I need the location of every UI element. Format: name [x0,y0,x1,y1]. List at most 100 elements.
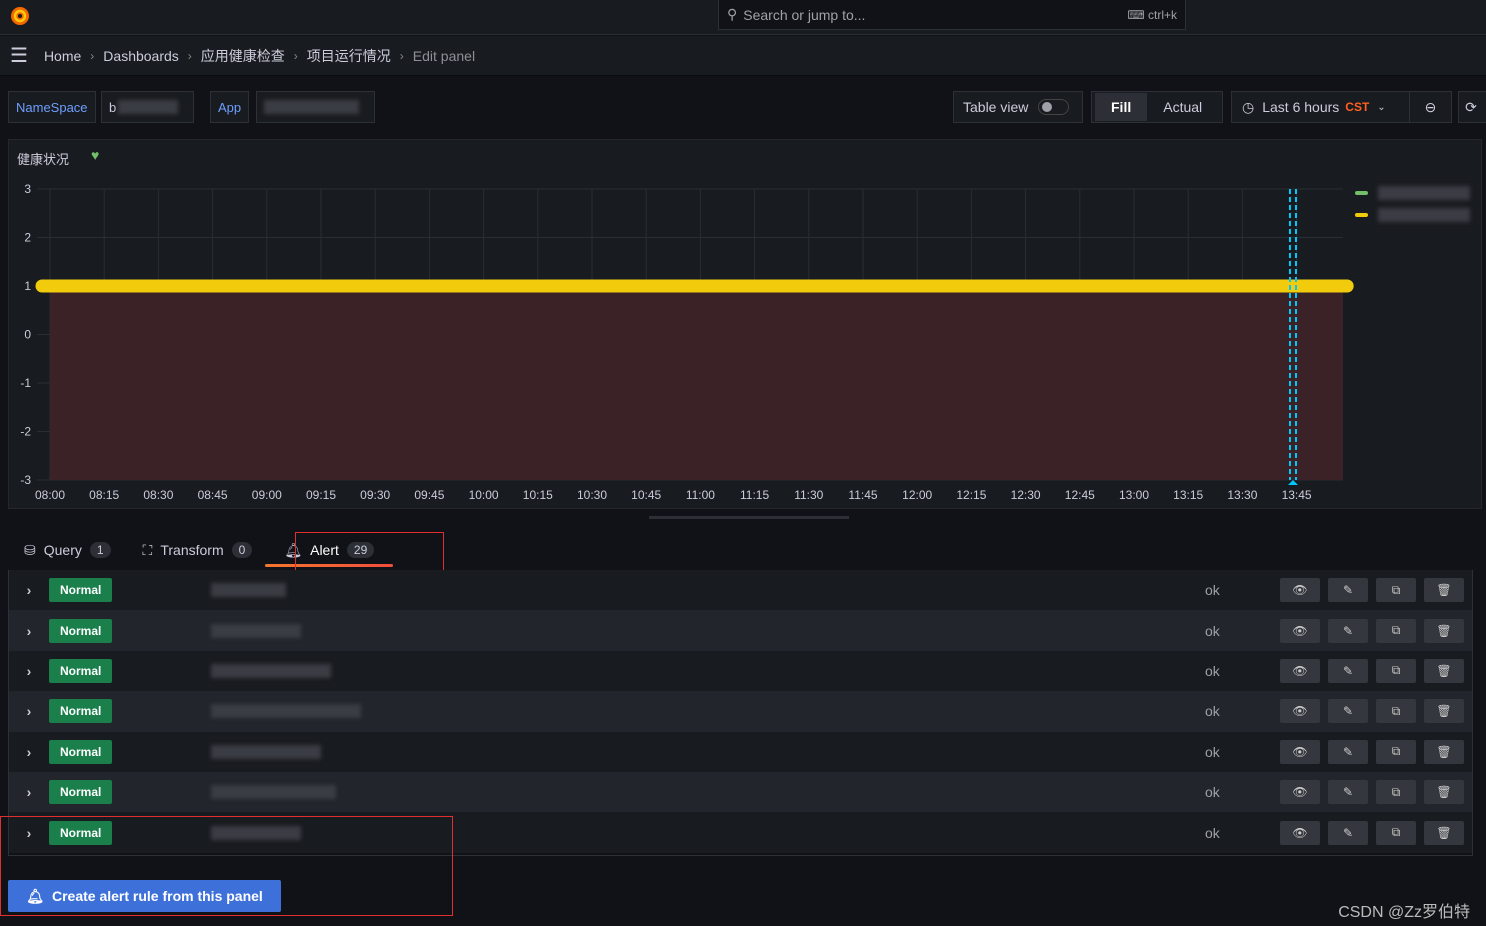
health-status: ok [1205,784,1220,801]
chevron-right-icon[interactable]: › [9,784,49,800]
view-button[interactable]: 👁︎ [1280,658,1320,683]
alert-rule-row[interactable]: › Normal ok 👁︎ ✎ ⧉ 🗑︎ [9,570,1472,611]
x-tick-label: 09:30 [360,488,390,502]
x-tick-label: 13:30 [1227,488,1257,502]
x-tick-label: 13:15 [1173,488,1203,502]
watermark: CSDN @Zz罗伯特 [1338,904,1470,921]
time-picker[interactable]: ◷ Last 6 hours CST ⌄ ⊖ [1231,91,1452,123]
chevron-right-icon[interactable]: › [9,623,49,639]
actual-button[interactable]: Actual [1147,93,1218,121]
series-area [50,286,1343,480]
refresh-button[interactable]: ⟳ [1458,91,1486,123]
delete-button[interactable]: 🗑︎ [1424,699,1464,724]
chevron-right-icon[interactable]: › [9,663,49,679]
create-alert-rule-button[interactable]: 🔔︎ Create alert rule from this panel [8,880,281,912]
edit-button[interactable]: ✎ [1328,618,1368,643]
view-button[interactable]: 👁︎ [1280,618,1320,643]
tab-transform[interactable]: ⛶ Transform 0 [127,530,269,570]
edit-button[interactable]: ✎ [1328,820,1368,845]
y-tick-label: -1 [20,376,31,390]
duplicate-button[interactable]: ⧉ [1376,618,1416,643]
toggle-switch[interactable] [1038,99,1070,115]
search-icon: ⚲ [727,6,738,22]
alert-rule-row[interactable]: › Normal ok 👁︎ ✎ ⧉ 🗑︎ [9,650,1472,692]
tab-count: 0 [231,542,253,558]
rule-name[interactable] [211,704,361,719]
x-tick-label: 08:15 [89,488,119,502]
view-button[interactable]: 👁︎ [1280,699,1320,724]
delete-button[interactable]: 🗑︎ [1424,739,1464,764]
rule-name[interactable] [211,623,301,638]
duplicate-button[interactable]: ⧉ [1376,780,1416,805]
legend-item[interactable] [1355,204,1470,226]
tab-query[interactable]: ⛁ Query 1 [8,530,127,570]
edit-button[interactable]: ✎ [1328,658,1368,683]
edit-button[interactable]: ✎ [1328,739,1368,764]
menu-icon[interactable]: ☰ [10,43,28,68]
delete-button[interactable]: 🗑︎ [1424,618,1464,643]
database-icon: ⛁ [24,541,36,558]
chevron-right-icon[interactable]: › [9,744,49,760]
rule-name[interactable] [211,583,286,598]
grafana-logo-icon[interactable] [8,4,32,28]
search-input[interactable]: ⚲ Search or jump to... ⌨ ctrl+k [718,0,1186,30]
chevron-right-icon[interactable]: › [9,703,49,719]
legend [1355,182,1470,226]
alert-rule-row[interactable]: › Normal ok 👁︎ ✎ ⧉ 🗑︎ [9,610,1472,651]
breadcrumb-home[interactable]: Home [44,48,81,64]
delete-button[interactable]: 🗑︎ [1424,578,1464,603]
duplicate-button[interactable]: ⧉ [1376,739,1416,764]
alert-rule-list: › Normal ok 👁︎ ✎ ⧉ 🗑︎ › Normal ok 👁︎ ✎ ⧉ 🗑︎ › No… [8,570,1473,856]
x-tick-label: 08:30 [143,488,173,502]
refresh-icon: ⟳ [1465,98,1477,115]
status-badge: Normal [49,658,113,683]
x-tick-label: 09:00 [252,488,282,502]
status-badge: Normal [49,780,113,805]
edit-button[interactable]: ✎ [1328,578,1368,603]
breadcrumb-dashboard[interactable]: 项目运行情况 [307,46,391,66]
breadcrumb-dashboards[interactable]: Dashboards [103,48,179,64]
x-tick-label: 10:30 [577,488,607,502]
health-status: ok [1205,662,1220,679]
breadcrumb-folder[interactable]: 应用健康检查 [201,46,285,66]
namespace-select[interactable]: b [101,91,194,123]
x-tick-label: 12:15 [956,488,986,502]
alert-rule-row[interactable]: › Normal ok 👁︎ ✎ ⧉ 🗑︎ [9,771,1472,813]
chevron-right-icon[interactable]: › [9,582,49,598]
resize-handle[interactable] [649,516,849,519]
duplicate-button[interactable]: ⧉ [1376,699,1416,724]
view-button[interactable]: 👁︎ [1280,739,1320,764]
chevron-down-icon: ⌄ [1377,101,1386,113]
fill-button[interactable]: Fill [1095,93,1148,121]
delete-button[interactable]: 🗑︎ [1424,658,1464,683]
time-series-chart[interactable]: 3 2 1 0 -1 -2 -3 08:00 08:15 08:30 08:45 09:00 09:15… [9,140,1483,510]
table-view-toggle[interactable]: Table view [953,91,1083,123]
legend-item[interactable] [1355,182,1470,204]
edit-button[interactable]: ✎ [1328,780,1368,805]
duplicate-button[interactable]: ⧉ [1376,658,1416,683]
view-button[interactable]: 👁︎ [1280,780,1320,805]
app-label: App [210,91,250,123]
zoom-out-button[interactable]: ⊖ [1409,92,1451,122]
x-tick-label: 12:30 [1011,488,1041,502]
namespace-value: b [109,99,117,115]
duplicate-button[interactable]: ⧉ [1376,578,1416,603]
rule-name[interactable] [211,744,321,759]
shortcut-hint: ⌨ ctrl+k [1127,7,1177,22]
view-button[interactable]: 👁︎ [1280,578,1320,603]
rule-name[interactable] [211,663,331,678]
duplicate-button[interactable]: ⧉ [1376,820,1416,845]
x-tick-label: 12:45 [1065,488,1095,502]
app-select[interactable] [256,91,375,123]
view-button[interactable]: 👁︎ [1280,820,1320,845]
delete-button[interactable]: 🗑︎ [1424,820,1464,845]
x-tick-label: 10:00 [469,488,499,502]
alert-rule-row[interactable]: › Normal ok 👁︎ ✎ ⧉ 🗑︎ [9,691,1472,732]
shortcut-text: ctrl+k [1147,7,1177,22]
delete-button[interactable]: 🗑︎ [1424,780,1464,805]
clock-icon: ◷ [1242,98,1255,115]
y-tick-label: 2 [24,231,31,245]
edit-button[interactable]: ✎ [1328,699,1368,724]
rule-name[interactable] [211,785,336,800]
alert-rule-row[interactable]: › Normal ok 👁︎ ✎ ⧉ 🗑︎ [9,731,1472,772]
